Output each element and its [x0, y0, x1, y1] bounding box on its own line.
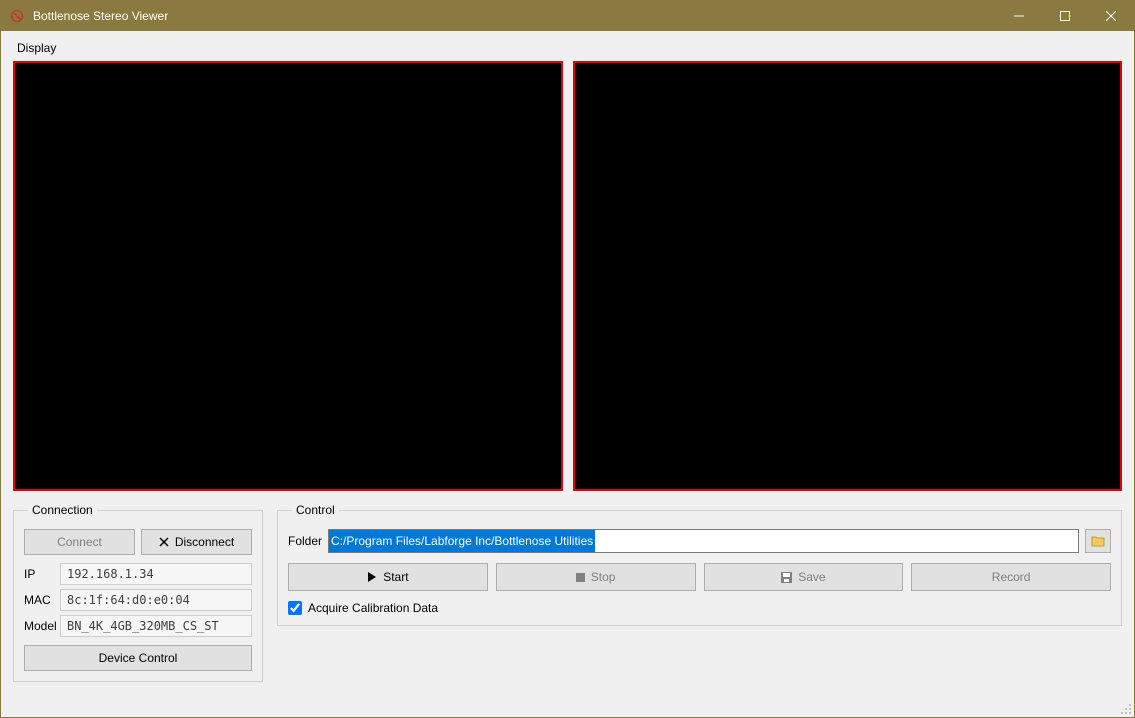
folder-icon	[1091, 535, 1105, 547]
control-buttons: Start Stop Save Record	[288, 563, 1111, 591]
acquire-checkbox[interactable]	[288, 601, 302, 615]
app-window: Bottlenose Stereo Viewer Display Connect…	[0, 0, 1135, 718]
record-button[interactable]: Record	[911, 563, 1111, 591]
left-viewport	[13, 61, 563, 491]
client-area: Display Connection Connect Disconnect IP	[1, 31, 1134, 717]
disconnect-icon	[159, 537, 169, 547]
model-label: Model	[24, 619, 60, 633]
stop-icon	[576, 573, 585, 582]
save-icon	[781, 572, 792, 583]
folder-input[interactable]: C:/Program Files/Labforge Inc/Bottlenose…	[328, 529, 1079, 553]
bottom-row: Connection Connect Disconnect IP MAC	[13, 503, 1122, 682]
app-icon	[9, 8, 25, 24]
ip-row: IP	[24, 563, 252, 585]
titlebar: Bottlenose Stereo Viewer	[1, 1, 1134, 31]
folder-row: Folder C:/Program Files/Labforge Inc/Bot…	[288, 529, 1111, 553]
ip-field[interactable]	[60, 563, 252, 585]
save-label: Save	[798, 570, 825, 584]
mac-row: MAC	[24, 589, 252, 611]
control-group: Control Folder C:/Program Files/Labforge…	[277, 503, 1122, 626]
save-button[interactable]: Save	[704, 563, 904, 591]
folder-value: C:/Program Files/Labforge Inc/Bottlenose…	[329, 530, 595, 552]
disconnect-label: Disconnect	[175, 535, 234, 549]
model-row: Model	[24, 615, 252, 637]
model-field[interactable]	[60, 615, 252, 637]
start-label: Start	[383, 570, 408, 584]
maximize-button[interactable]	[1042, 1, 1088, 31]
folder-browse-button[interactable]	[1085, 529, 1111, 553]
record-label: Record	[992, 570, 1031, 584]
acquire-label[interactable]: Acquire Calibration Data	[308, 601, 438, 615]
connection-group: Connection Connect Disconnect IP MAC	[13, 503, 263, 682]
right-viewport	[573, 61, 1123, 491]
acquire-row: Acquire Calibration Data	[288, 601, 1111, 615]
close-button[interactable]	[1088, 1, 1134, 31]
minimize-button[interactable]	[996, 1, 1042, 31]
device-control-button[interactable]: Device Control	[24, 645, 252, 671]
stop-button[interactable]: Stop	[496, 563, 696, 591]
ip-label: IP	[24, 567, 60, 581]
connect-button[interactable]: Connect	[24, 529, 135, 555]
resize-grip[interactable]	[1118, 701, 1132, 715]
display-row	[13, 61, 1122, 491]
window-title: Bottlenose Stereo Viewer	[33, 9, 168, 23]
mac-field[interactable]	[60, 589, 252, 611]
control-legend: Control	[292, 503, 339, 517]
disconnect-button[interactable]: Disconnect	[141, 529, 252, 555]
stop-label: Stop	[591, 570, 616, 584]
start-button[interactable]: Start	[288, 563, 488, 591]
mac-label: MAC	[24, 593, 60, 607]
connection-legend: Connection	[28, 503, 97, 517]
connection-buttons: Connect Disconnect	[24, 529, 252, 555]
folder-label: Folder	[288, 534, 322, 548]
display-label: Display	[17, 41, 1122, 55]
play-icon	[367, 572, 377, 582]
